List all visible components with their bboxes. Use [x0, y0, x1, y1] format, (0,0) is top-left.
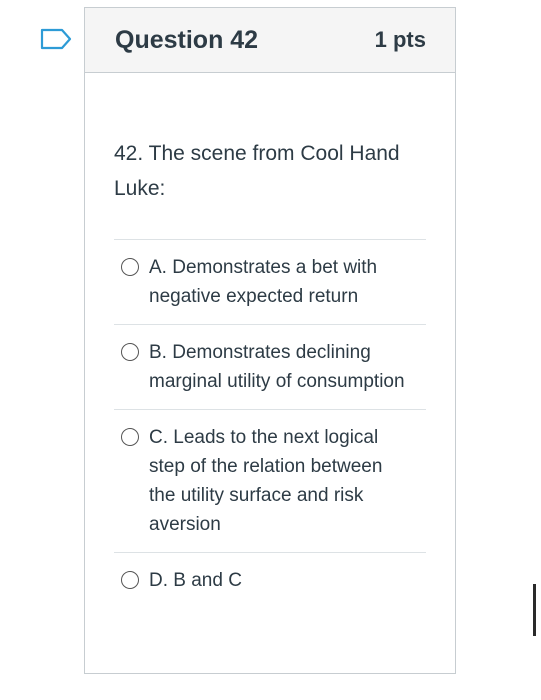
answer-label: B. Demonstrates declining marginal utili… — [149, 342, 405, 392]
answer-option-c[interactable]: C. Leads to the next logical step of the… — [114, 410, 426, 553]
text-cursor-icon — [533, 584, 536, 636]
answer-list: A. Demonstrates a bet with negative expe… — [114, 239, 426, 608]
question-title: Question 42 — [115, 25, 259, 54]
answer-option-b[interactable]: B. Demonstrates declining marginal utili… — [114, 325, 426, 410]
radio-unchecked-icon[interactable] — [121, 571, 139, 589]
answer-label: C. Leads to the next logical step of the… — [149, 427, 383, 535]
question-body: 42. The scene from Cool Hand Luke: A. De… — [85, 73, 455, 608]
question-card: Question 42 1 pts 42. The scene from Coo… — [84, 7, 456, 674]
radio-unchecked-icon[interactable] — [121, 258, 139, 276]
radio-unchecked-icon[interactable] — [121, 428, 139, 446]
question-text: 42. The scene from Cool Hand Luke: — [114, 142, 400, 200]
answer-option-a[interactable]: A. Demonstrates a bet with negative expe… — [114, 240, 426, 325]
answer-option-d[interactable]: D. B and C — [114, 553, 426, 608]
radio-unchecked-icon[interactable] — [121, 343, 139, 361]
answer-label: A. Demonstrates a bet with negative expe… — [149, 257, 378, 307]
question-points: 1 pts — [374, 27, 426, 52]
flag-question-icon[interactable] — [40, 28, 72, 50]
answer-label: D. B and C — [149, 570, 242, 591]
question-header: Question 42 1 pts — [85, 8, 455, 73]
